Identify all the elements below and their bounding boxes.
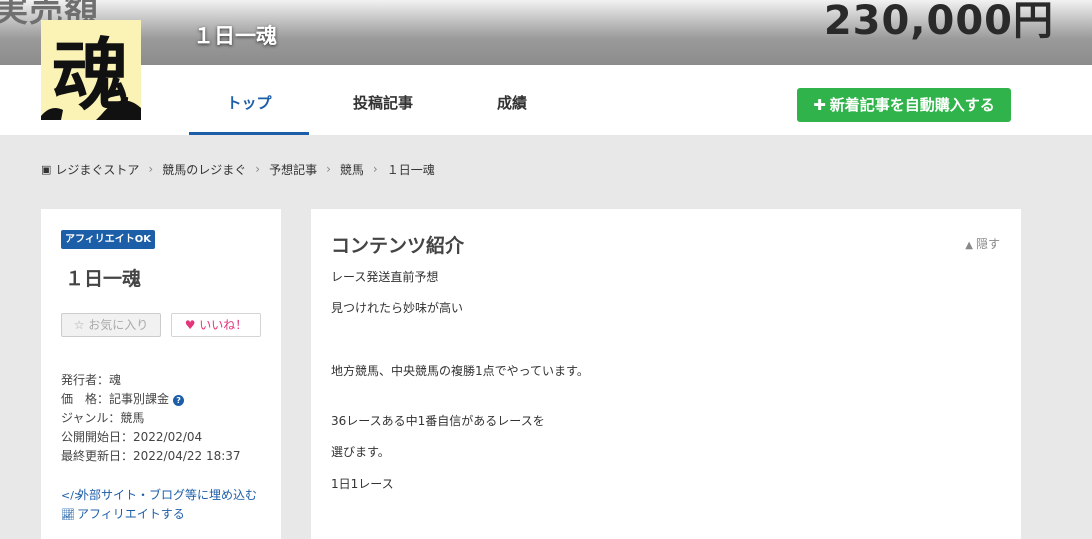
content-line: 36レースある中1番自信があるレースを <box>331 414 545 428</box>
section-title: コンテンツ紹介 <box>331 235 465 257</box>
header-banner: 実売額 230,000円 １日一魂 <box>0 0 1092 65</box>
meta-price: 価 格：記事別課金 <box>61 392 170 406</box>
favorite-label: お気に入り <box>88 318 149 332</box>
chevron-right-icon: › <box>148 162 154 176</box>
chevron-right-icon: › <box>372 162 378 176</box>
favorite-button[interactable]: ☆ お気に入り <box>61 313 161 337</box>
embed-link-label: 外部サイト・ブログ等に埋め込む <box>77 488 258 502</box>
tab-top[interactable]: トップ <box>189 65 309 135</box>
like-label: いいね！ <box>199 318 248 332</box>
help-icon[interactable]: ? <box>173 395 185 406</box>
content-panel: コンテンツ紹介 ▲ 隠す レース発送直前予想 見つけれたら妙味が高い 地方競馬、中… <box>311 209 1021 539</box>
main-nav: トップ 投稿記事 成績 ✚ 新着記事を自動購入する <box>0 65 1092 135</box>
meta-updated: 最終更新日：2022/04/22 18:37 <box>61 449 241 463</box>
auto-purchase-label: 新着記事を自動購入する <box>829 96 995 114</box>
store-cube-icon: ▣ <box>41 162 52 176</box>
tab-top-label: トップ <box>226 94 272 112</box>
breadcrumb-keiba[interactable]: 競馬 <box>340 161 364 178</box>
banner-sales-amount: 230,000円 <box>823 0 1054 44</box>
content-line: 地方競馬、中央競馬の複勝1点でやっています。 <box>331 364 589 378</box>
embed-link[interactable]: </>外部サイト・ブログ等に埋め込む <box>61 486 257 505</box>
chevron-up-icon: ▲ <box>965 240 973 251</box>
meta-genre: ジャンル：競馬 <box>61 411 145 425</box>
plus-icon: ✚ <box>813 96 826 114</box>
code-icon: </> <box>61 489 84 502</box>
breadcrumb-prediction[interactable]: 予想記事 <box>269 161 317 178</box>
hide-toggle[interactable]: ▲ 隠す <box>965 235 1000 252</box>
content-line: レース発送直前予想 <box>331 270 439 284</box>
auto-purchase-button[interactable]: ✚ 新着記事を自動購入する <box>797 88 1011 122</box>
tab-posts-label: 投稿記事 <box>352 94 413 112</box>
breadcrumb-store[interactable]: レジまぐストア <box>55 161 139 178</box>
content-line: 選びます。 <box>331 445 390 459</box>
affiliate-ok-badge: アフィリエイトOK <box>61 230 156 249</box>
meta-publisher: 発行者：魂 <box>61 373 122 387</box>
content-line: 見つけれたら妙味が高い <box>331 301 464 315</box>
line-chart-icon: 📈︎ <box>61 508 75 521</box>
meta-price-row: 価 格：記事別課金? <box>61 390 241 409</box>
like-button[interactable]: ♥ いいね！ <box>171 313 261 337</box>
tab-results[interactable]: 成績 <box>452 65 572 135</box>
breadcrumb-current: １日一魂 <box>386 162 435 177</box>
breadcrumb: ▣ レジまぐストア › 競馬のレジまぐ › 予想記事 › 競馬 › １日一魂 <box>41 160 435 178</box>
meta-published: 公開開始日：2022/02/04 <box>61 430 203 444</box>
product-sidebar: アフィリエイトOK １日一魂 ☆ お気に入り ♥ いいね！ 発行者：魂 価 格：… <box>41 209 281 539</box>
tab-posts[interactable]: 投稿記事 <box>323 65 443 135</box>
active-tab-underline <box>189 132 309 135</box>
breadcrumb-keiba-regimag[interactable]: 競馬のレジまぐ <box>162 161 246 178</box>
chevron-right-icon: › <box>255 162 261 176</box>
tamashii-logo-icon: 魂 <box>41 20 141 120</box>
heart-icon: ♥ <box>184 318 196 332</box>
content-line: 1日1レース <box>331 477 394 491</box>
shop-logo[interactable]: 魂 <box>41 20 141 120</box>
hide-label: 隠す <box>975 237 1000 251</box>
product-title: １日一魂 <box>65 268 142 290</box>
sidebar-links: </>外部サイト・ブログ等に埋め込む 📈︎ アフィリエイトする <box>61 486 257 524</box>
tab-results-label: 成績 <box>496 94 527 112</box>
product-meta: 発行者：魂 価 格：記事別課金? ジャンル：競馬 公開開始日：2022/02/0… <box>61 371 241 466</box>
banner-title: １日一魂 <box>193 24 277 48</box>
affiliate-link-label: アフィリエイトする <box>77 507 185 521</box>
chevron-right-icon: › <box>326 162 331 176</box>
affiliate-link[interactable]: 📈︎ アフィリエイトする <box>61 505 257 524</box>
star-icon: ☆ <box>73 318 85 332</box>
